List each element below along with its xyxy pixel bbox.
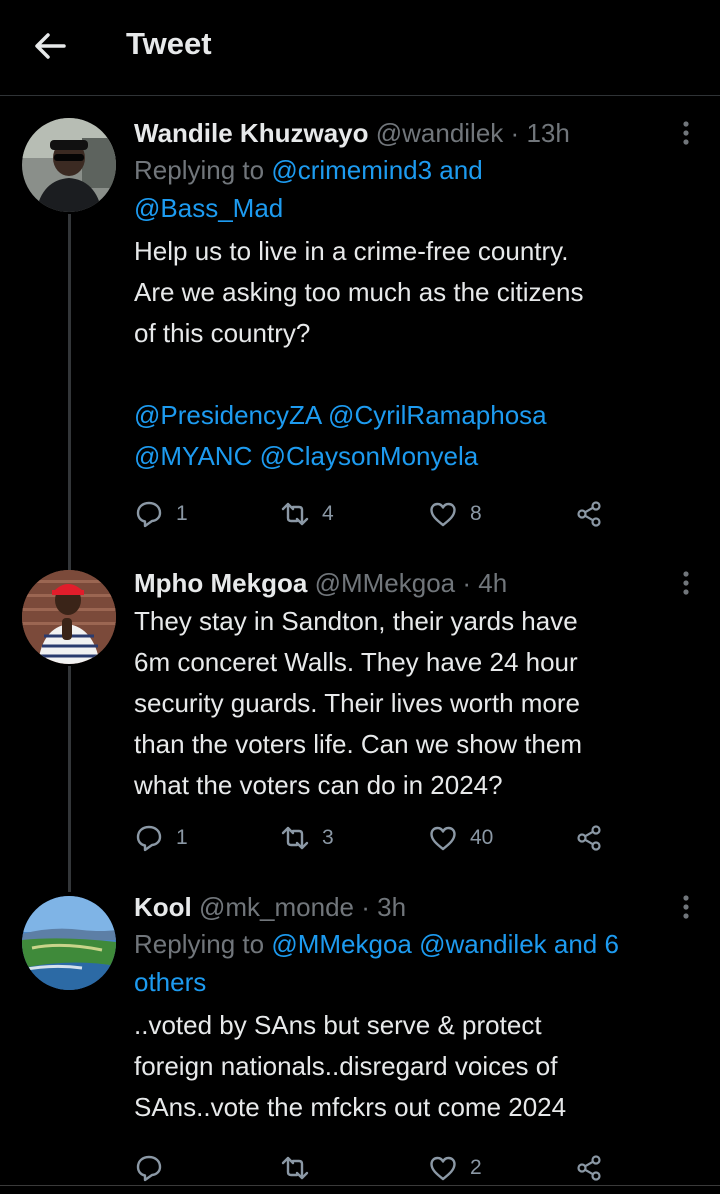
tweet[interactable]: Wandile Khuzwayo @wandilek · 13h Replyin… [0,116,720,546]
tweet-actions: 1 4 8 [134,496,614,532]
retweet-button[interactable]: 3 [280,820,334,856]
avatar-image [22,896,116,990]
replying-to: others [134,962,700,1002]
retweet-icon [281,826,309,850]
share-button[interactable] [574,1150,604,1186]
author-name[interactable]: Wandile Khuzwayo [134,118,369,148]
mention-link[interactable]: @MYANC [134,441,252,471]
share-button[interactable] [574,820,604,856]
reply-button[interactable]: 1 [134,820,188,856]
reply-icon [136,1155,162,1182]
reply-count: 1 [176,826,188,849]
tweet[interactable]: Mpho Mekgoa @MMekgoa · 4h They stay in S… [0,566,720,866]
reply-button[interactable] [134,1150,176,1186]
retweet-button[interactable]: 4 [280,496,334,532]
back-button[interactable] [28,24,72,68]
replying-to: Replying to @crimemind3 and [134,150,700,190]
author-handle[interactable]: @wandilek [376,118,504,148]
bottom-edge [0,1185,720,1194]
replying-to-mentions[interactable]: others [134,967,206,997]
mention-line: @PresidencyZA @CyrilRamaphosa [134,395,700,436]
tweet-text-line: of this country? [134,318,311,348]
avatar-image [22,118,116,212]
author-handle[interactable]: @mk_monde [199,892,354,922]
more-vertical-icon [683,895,689,919]
like-icon [430,1156,456,1181]
top-bar: Tweet [0,0,720,96]
more-options-button[interactable] [674,892,698,922]
mention-link[interactable]: @PresidencyZA [134,400,321,430]
page-title: Tweet [126,26,212,61]
avatar[interactable] [22,118,116,212]
retweet-count: 4 [322,502,334,525]
tweet-text-line: security guards. Their lives worth more [134,688,581,718]
replying-to-label: Replying to [134,929,265,959]
tweet-text-line: foreign nationals..disregard voices of [134,1051,558,1081]
tweet-actions: 1 3 40 [134,820,614,856]
share-icon [577,825,601,851]
tweet-text: Help us to live in a crime-free country.… [134,231,700,477]
like-count: 40 [470,826,494,849]
like-icon [430,502,456,527]
timestamp[interactable]: 3h [377,892,406,922]
author-name[interactable]: Mpho Mekgoa [134,568,307,598]
tweet-text-line: than the voters life. Can we show them [134,729,583,759]
share-button[interactable] [574,496,604,532]
more-options-button[interactable] [674,568,698,598]
tweet-header: Mpho Mekgoa @MMekgoa · 4h [134,566,700,600]
tweet-header: Wandile Khuzwayo @wandilek · 13h [134,116,700,150]
tweet[interactable]: Kool @mk_monde · 3h Replying to @MMekgoa… [0,890,720,1190]
separator: · [462,568,472,598]
mention-link[interactable]: @CyrilRamaphosa [328,400,547,430]
more-vertical-icon [683,571,689,595]
tweet-text-line: ..voted by SAns but serve & protect [134,1010,542,1040]
retweet-icon [281,502,309,526]
replying-to: Replying to @MMekgoa @wandilek and 6 [134,924,700,964]
avatar-image [22,570,116,664]
tweet-text-line: Are we asking too much as the citizens [134,277,584,307]
reply-count: 1 [176,502,188,525]
mention-link[interactable]: @ClaysonMonyela [260,441,479,471]
mention-line: @MYANC @ClaysonMonyela [134,436,700,477]
more-vertical-icon [683,121,689,145]
reply-icon [136,501,162,528]
tweet-text-line: 6m conceret Walls. They have 24 hour [134,647,578,677]
retweet-icon [281,1156,309,1180]
tweet-text: They stay in Sandton, their yards have 6… [134,601,700,806]
avatar[interactable] [22,570,116,664]
like-button[interactable]: 40 [428,820,493,856]
separator: · [510,118,520,148]
like-button[interactable]: 8 [428,496,482,532]
tweet-text-line: SAns..vote the mfckrs out come 2024 [134,1092,567,1122]
replying-to-mentions[interactable]: @MMekgoa @wandilek and 6 [271,929,619,959]
replying-to: @Bass_Mad [134,188,700,228]
replying-to-mentions[interactable]: @crimemind3 and [271,155,482,185]
more-options-button[interactable] [674,118,698,148]
back-arrow-icon [35,33,66,59]
author-handle[interactable]: @MMekgoa [315,568,456,598]
timestamp[interactable]: 4h [478,568,507,598]
share-icon [577,1155,601,1181]
separator: · [361,892,370,922]
replying-to-mentions[interactable]: @Bass_Mad [134,193,283,223]
tweet-text-line: Help us to live in a crime-free country. [134,236,569,266]
like-icon [430,826,456,851]
author-name[interactable]: Kool [134,892,192,922]
share-icon [577,501,601,527]
tweet-header: Kool @mk_monde · 3h [134,890,700,924]
avatar[interactable] [22,896,116,990]
retweet-count: 3 [322,826,334,849]
tweet-text: ..voted by SAns but serve & protect fore… [134,1005,700,1128]
reply-icon [136,825,162,852]
reply-button[interactable]: 1 [134,496,188,532]
like-count: 2 [470,1156,482,1179]
tweet-text-line: what the voters can do in 2024? [134,770,503,800]
replying-to-label: Replying to [134,155,265,185]
like-button[interactable]: 2 [428,1150,482,1186]
like-count: 8 [470,502,482,525]
tweet-actions: 2 [134,1150,614,1186]
timestamp[interactable]: 13h [526,118,569,148]
tweet-text-line: They stay in Sandton, their yards have [134,606,578,636]
retweet-button[interactable] [280,1150,322,1186]
